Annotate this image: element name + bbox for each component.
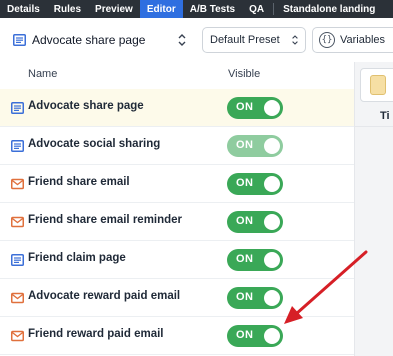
- table-row[interactable]: Friend share email ON: [0, 165, 354, 203]
- table-row[interactable]: Friend reward paid email ON: [0, 317, 354, 355]
- toggle-label: ON: [236, 329, 254, 341]
- table-row[interactable]: Advocate reward paid email ON: [0, 279, 354, 317]
- visible-toggle[interactable]: ON: [227, 249, 283, 271]
- tab-preview[interactable]: Preview: [88, 0, 140, 18]
- toggle-label: ON: [236, 253, 254, 265]
- preview-card[interactable]: [360, 68, 393, 102]
- preview-heading: Ti: [380, 110, 390, 122]
- tab-divider: [273, 3, 275, 15]
- table-row[interactable]: Friend claim page ON: [0, 241, 354, 279]
- editor-toolbar: Advocate share page Default Preset {} Va…: [0, 18, 393, 63]
- visible-toggle[interactable]: ON: [227, 97, 283, 119]
- toggle-knob: [264, 138, 280, 154]
- toggle-knob: [264, 252, 280, 268]
- visible-toggle[interactable]: ON: [227, 211, 283, 233]
- tab-qa[interactable]: QA: [242, 0, 271, 18]
- page-select-label: Advocate share page: [32, 33, 146, 47]
- toggle-knob: [264, 328, 280, 344]
- page-icon: [11, 102, 24, 114]
- toggle-knob: [264, 176, 280, 192]
- preset-dropdown[interactable]: Default Preset: [202, 27, 306, 53]
- visible-toggle[interactable]: ON: [227, 173, 283, 195]
- column-header-name: Name: [28, 68, 58, 80]
- email-icon: [11, 330, 24, 342]
- row-label: Advocate reward paid email: [28, 290, 181, 302]
- table-row[interactable]: Friend share email reminder ON: [0, 203, 354, 241]
- row-label: Friend reward paid email: [28, 328, 164, 340]
- row-label: Advocate social sharing: [28, 138, 161, 150]
- row-label: Friend claim page: [28, 252, 126, 264]
- chevron-updown-icon: [178, 34, 186, 46]
- top-navigation: Details Rules Preview Editor A/B Tests Q…: [0, 0, 393, 18]
- toggle-label: ON: [236, 101, 254, 113]
- column-header-visible: Visible: [228, 68, 261, 80]
- pages-panel: Name Visible Advocate share page ON Advo…: [0, 62, 355, 356]
- tab-details[interactable]: Details: [0, 0, 47, 18]
- email-icon: [11, 178, 24, 190]
- row-label: Friend share email reminder: [28, 214, 183, 226]
- visible-toggle[interactable]: ON: [227, 135, 283, 157]
- preview-area: Ti: [355, 62, 393, 356]
- toggle-label: ON: [236, 291, 254, 303]
- table-header: Name Visible: [0, 62, 354, 88]
- variables-label: Variables: [340, 34, 386, 46]
- table-row[interactable]: Advocate social sharing ON: [0, 127, 354, 165]
- preset-label: Default Preset: [210, 34, 280, 46]
- page-icon: [13, 34, 26, 46]
- toggle-label: ON: [236, 215, 254, 227]
- note-icon: [370, 75, 386, 95]
- toggle-knob: [264, 100, 280, 116]
- page-icon: [11, 254, 24, 266]
- email-icon: [11, 292, 24, 304]
- toggle-knob: [264, 290, 280, 306]
- row-label: Friend share email: [28, 176, 130, 188]
- toggle-knob: [264, 214, 280, 230]
- tab-rules[interactable]: Rules: [47, 0, 88, 18]
- table-row[interactable]: Advocate share page ON: [0, 89, 354, 127]
- variables-button[interactable]: {} Variables: [312, 27, 393, 53]
- tab-standalone-landing[interactable]: Standalone landing: [276, 0, 382, 18]
- chevron-updown-icon: [292, 35, 298, 45]
- toggle-label: ON: [236, 139, 254, 151]
- page-select-dropdown[interactable]: Advocate share page: [5, 26, 195, 54]
- tab-ab-tests[interactable]: A/B Tests: [183, 0, 242, 18]
- visible-toggle[interactable]: ON: [227, 325, 283, 347]
- divider: [355, 126, 393, 127]
- tab-editor[interactable]: Editor: [139, 0, 183, 18]
- row-label: Advocate share page: [28, 100, 144, 112]
- page-icon: [11, 140, 24, 152]
- email-icon: [11, 216, 24, 228]
- toggle-label: ON: [236, 177, 254, 189]
- braces-icon: {}: [319, 32, 335, 48]
- visible-toggle[interactable]: ON: [227, 287, 283, 309]
